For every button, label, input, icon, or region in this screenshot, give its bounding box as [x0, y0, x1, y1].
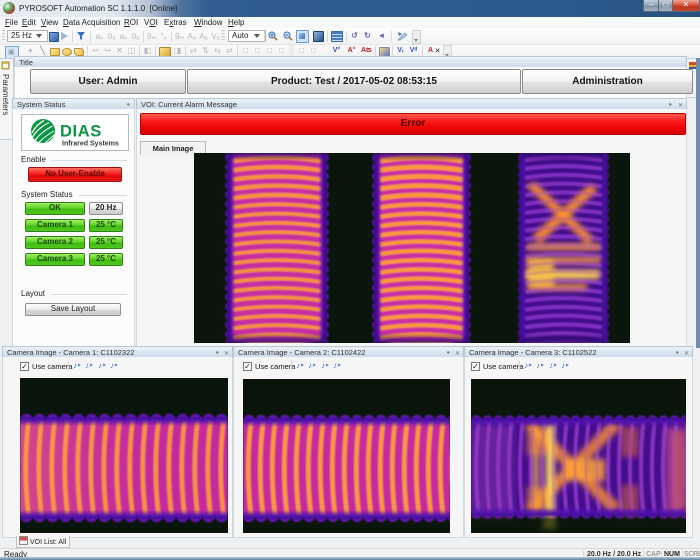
svg-text:Infrared Systems: Infrared Systems — [62, 141, 119, 148]
svg-text:DIAS: DIAS — [60, 123, 102, 141]
